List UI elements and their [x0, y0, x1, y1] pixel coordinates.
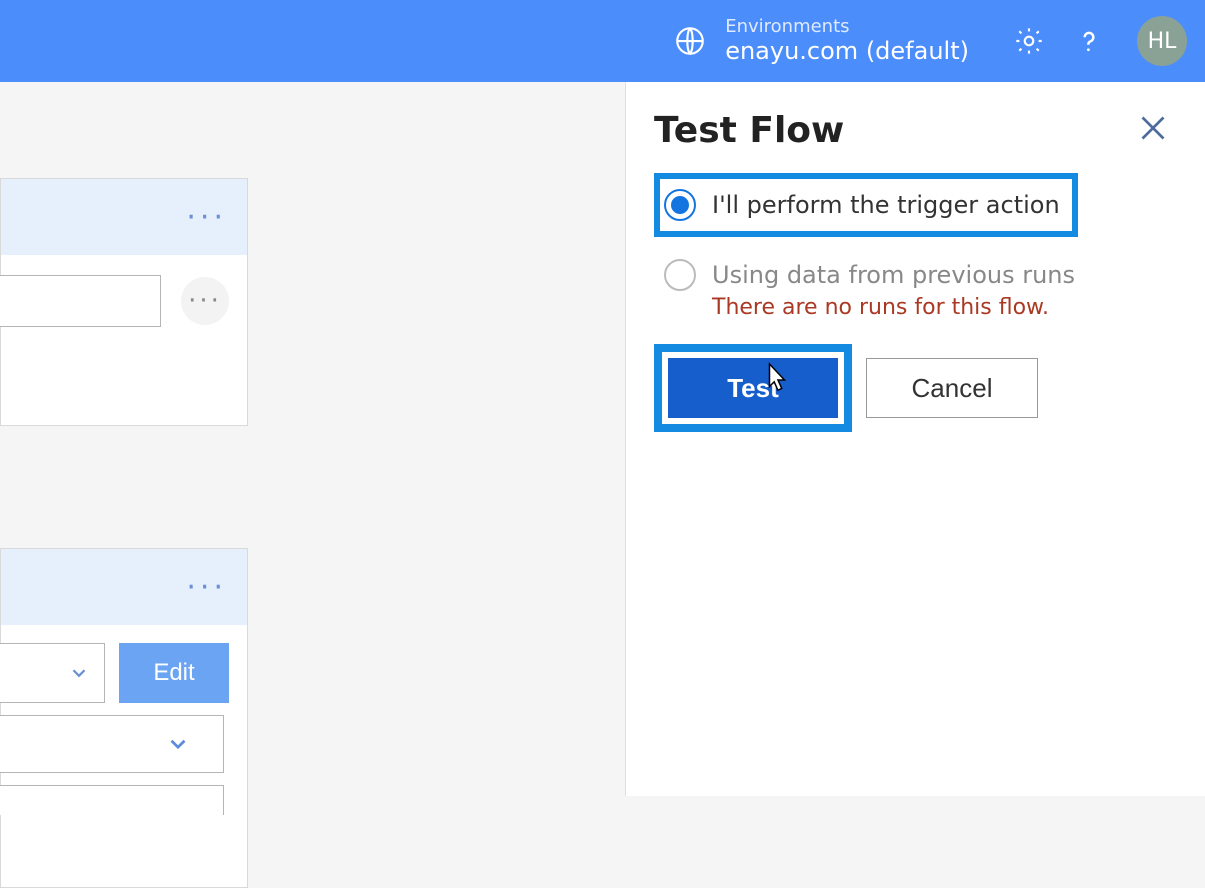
option-perform-trigger[interactable]: I'll perform the trigger action [664, 189, 1060, 221]
app-header: Environments enayu.com (default) HL [0, 0, 1205, 82]
select-input[interactable] [0, 715, 224, 773]
option-previous-runs: Using data from previous runs There are … [654, 259, 1171, 320]
edit-button[interactable]: Edit [119, 643, 229, 703]
panel-title: Test Flow [654, 110, 1171, 151]
globe-icon [673, 24, 707, 58]
chevron-down-icon [165, 731, 191, 757]
option-warning: There are no runs for this flow. [712, 295, 1171, 320]
flow-step-card[interactable]: ··· Edit [0, 548, 248, 888]
button-highlight: Test [654, 344, 852, 432]
option-highlight: I'll perform the trigger action [654, 173, 1078, 237]
environment-name: enayu.com (default) [725, 37, 969, 66]
step-input[interactable] [0, 275, 161, 327]
avatar[interactable]: HL [1137, 16, 1187, 66]
close-button[interactable] [1135, 110, 1171, 146]
select-input[interactable] [0, 643, 105, 703]
help-icon [1074, 26, 1104, 56]
test-flow-panel: Test Flow I'll perform the trigger actio… [625, 82, 1205, 796]
flow-step-header[interactable]: ··· [1, 549, 247, 625]
option-label: Using data from previous runs [712, 261, 1075, 289]
help-button[interactable] [1071, 23, 1107, 59]
gear-icon [1013, 25, 1045, 57]
more-icon: ··· [188, 286, 222, 316]
flow-step-card[interactable]: ··· ··· [0, 178, 248, 426]
test-button[interactable]: Test [668, 358, 838, 418]
environment-label: Environments [725, 17, 969, 37]
avatar-initials: HL [1148, 29, 1177, 54]
more-icon[interactable]: ··· [186, 210, 227, 225]
input-box[interactable] [0, 785, 224, 815]
cancel-button[interactable]: Cancel [866, 358, 1038, 418]
settings-button[interactable] [1011, 23, 1047, 59]
radio-selected-icon [664, 189, 696, 221]
more-icon[interactable]: ··· [186, 580, 227, 595]
radio-unselected-icon [664, 259, 696, 291]
close-icon [1135, 110, 1171, 146]
flow-canvas: ··· ··· ··· Edit [0, 82, 625, 796]
panel-actions: Test Cancel [654, 344, 1171, 432]
more-button[interactable]: ··· [181, 277, 229, 325]
environment-picker[interactable]: Environments enayu.com (default) [673, 17, 969, 66]
chevron-down-icon [68, 662, 90, 684]
flow-step-header[interactable]: ··· [1, 179, 247, 255]
option-label: I'll perform the trigger action [712, 191, 1060, 219]
